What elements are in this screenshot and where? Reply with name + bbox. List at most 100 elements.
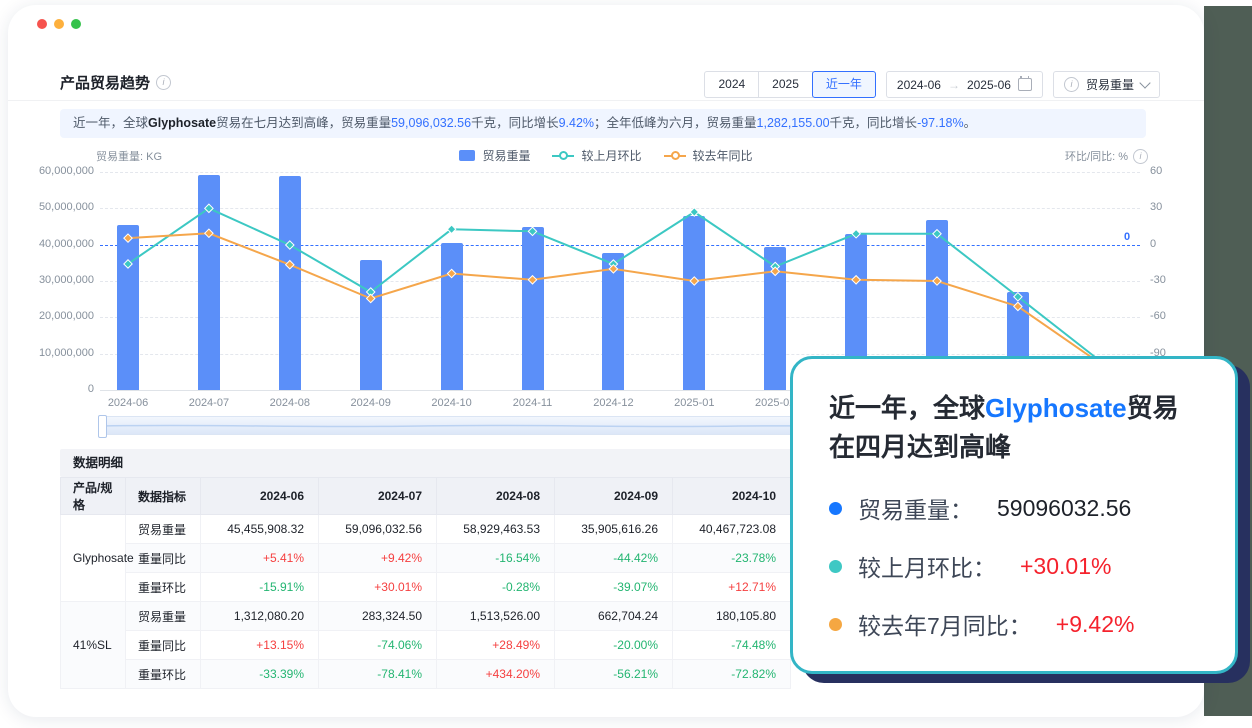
summary-segment: 。 xyxy=(964,116,977,130)
table-row: 41%SL贸易重量1,312,080.20283,324.501,513,526… xyxy=(61,602,791,631)
chart-bar[interactable] xyxy=(198,175,220,390)
value-cell: 1,312,080.20 xyxy=(201,602,319,631)
value-cell: 180,105.80 xyxy=(673,602,791,631)
value-cell: 1,513,526.00 xyxy=(437,602,555,631)
summary-segment: ；全年低峰为六月，贸易重量 xyxy=(594,116,757,130)
summary-segment: 9.42% xyxy=(559,116,594,130)
tooltip-dot-icon xyxy=(829,502,842,515)
table-column-header: 2024-08 xyxy=(437,478,555,515)
gridline xyxy=(100,172,1140,173)
legend-item[interactable]: 较上月环比 xyxy=(552,147,641,164)
y-axis-tick-label: 10,000,000 xyxy=(8,347,94,359)
legend-item[interactable]: 较去年同比 xyxy=(664,147,753,164)
date-end: 2025-06 xyxy=(967,78,1011,92)
value-cell: -74.48% xyxy=(673,631,791,660)
table-row: 重量环比-33.39%-78.41%+434.20%-56.21%-72.82% xyxy=(61,660,791,689)
tooltip-row: 贸易重量： 59096032.56 xyxy=(829,491,1199,525)
legend-line-swatch-icon xyxy=(664,155,686,157)
value-cell: 58,929,463.53 xyxy=(437,515,555,544)
value-cell: -16.54% xyxy=(437,544,555,573)
summary-banner: 近一年，全球Glyphosate贸易在七月达到高峰，贸易重量59,096,032… xyxy=(60,109,1146,138)
recent-year-button[interactable]: 近一年 xyxy=(812,71,876,98)
table-column-header: 数据指标 xyxy=(126,478,201,515)
chart-bar[interactable] xyxy=(441,243,463,390)
value-cell: -56.21% xyxy=(555,660,673,689)
tooltip-row-value: 59096032.56 xyxy=(997,495,1131,522)
y-axis-tick-label: 0 xyxy=(8,383,94,395)
legend-item[interactable]: 贸易重量 xyxy=(459,147,530,164)
minimize-button[interactable] xyxy=(54,19,64,29)
value-cell: +12.71% xyxy=(673,573,791,602)
metric-cell: 贸易重量 xyxy=(126,515,201,544)
chart-bar[interactable] xyxy=(522,227,544,390)
x-axis-tick-label: 2024-08 xyxy=(258,397,322,409)
right-axis-title: 环比/同比: % i xyxy=(1065,148,1148,164)
x-axis-tick-label: 2024-12 xyxy=(581,397,645,409)
value-cell: 662,704.24 xyxy=(555,602,673,631)
tooltip-title-prefix: 近一年，全球 xyxy=(829,393,985,423)
chart-bar[interactable] xyxy=(117,225,139,390)
zero-axis-pointer-label: 0 xyxy=(1124,231,1130,243)
table-head: 产品/规格数据指标2024-062024-072024-082024-09202… xyxy=(61,478,791,515)
summary-segment: Glyphosate xyxy=(148,116,216,130)
table-column-header: 2024-06 xyxy=(201,478,319,515)
tooltip-title: 近一年，全球Glyphosate贸易在四月达到高峰 xyxy=(829,389,1199,467)
table-column-header: 产品/规格 xyxy=(61,478,126,515)
legend-label: 贸易重量 xyxy=(482,147,530,164)
metric-cell: 重量同比 xyxy=(126,544,201,573)
insight-tooltip: 近一年，全球Glyphosate贸易在四月达到高峰 贸易重量： 59096032.… xyxy=(790,356,1238,674)
y-axis-tick-label: 30,000,000 xyxy=(8,274,94,286)
value-cell: 283,324.50 xyxy=(319,602,437,631)
tooltip-dot-icon xyxy=(829,618,842,631)
close-button[interactable] xyxy=(37,19,47,29)
tooltip-row-value: +30.01% xyxy=(1020,553,1111,580)
chart-toolbar: 2024 2025 近一年 2024-06 → 2025-06 i 贸易重量 xyxy=(704,71,1160,98)
line-marker-icon[interactable] xyxy=(447,225,455,233)
value-cell: +13.15% xyxy=(201,631,319,660)
metric-cell: 重量环比 xyxy=(126,660,201,689)
chevron-down-icon xyxy=(1139,77,1150,88)
date-start: 2024-06 xyxy=(897,78,941,92)
zoom-button[interactable] xyxy=(71,19,81,29)
value-cell: 59,096,032.56 xyxy=(319,515,437,544)
chart-bar[interactable] xyxy=(602,253,624,390)
right-axis-info-icon[interactable]: i xyxy=(1133,149,1148,164)
table-row: 重量环比-15.91%+30.01%-0.28%-39.07%+12.71% xyxy=(61,573,791,602)
summary-segment: 1,282,155.00 xyxy=(757,116,830,130)
x-axis-tick-label: 2024-07 xyxy=(177,397,241,409)
page-title-text: 产品贸易趋势 xyxy=(60,72,150,93)
gridline xyxy=(100,208,1140,209)
legend-circle-icon xyxy=(671,151,680,160)
datazoom-left-handle[interactable] xyxy=(98,415,107,438)
value-cell: -44.42% xyxy=(555,544,673,573)
value-cell: -33.39% xyxy=(201,660,319,689)
metric-selector-label: 贸易重量 xyxy=(1086,76,1134,93)
y-axis-tick-label: 60,000,000 xyxy=(8,165,94,177)
tooltip-row-label: 较上月环比： xyxy=(858,549,996,583)
date-range-picker[interactable]: 2024-06 → 2025-06 xyxy=(886,71,1043,98)
summary-segment: -97.18% xyxy=(917,116,964,130)
value-cell: +28.49% xyxy=(437,631,555,660)
table-body: Glyphosate贸易重量45,455,908.3259,096,032.56… xyxy=(61,515,791,689)
value-cell: 35,905,616.26 xyxy=(555,515,673,544)
chart-bar[interactable] xyxy=(360,260,382,390)
metric-cell: 贸易重量 xyxy=(126,602,201,631)
product-cell: 41%SL xyxy=(61,602,126,689)
chart-bar[interactable] xyxy=(764,247,786,390)
year-2025-button[interactable]: 2025 xyxy=(758,71,813,98)
metric-selector-dropdown[interactable]: i 贸易重量 xyxy=(1053,71,1160,98)
period-segment-group: 2024 2025 近一年 xyxy=(704,71,875,98)
tooltip-dot-icon xyxy=(829,560,842,573)
y-axis-tick-label: 20,000,000 xyxy=(8,310,94,322)
year-2024-button[interactable]: 2024 xyxy=(704,71,759,98)
value-cell: 40,467,723.08 xyxy=(673,515,791,544)
secondary-y-axis-tick-label: -60 xyxy=(1150,310,1166,322)
title-info-icon[interactable]: i xyxy=(156,75,171,90)
chart-bar[interactable] xyxy=(683,216,705,390)
chart-bar[interactable] xyxy=(279,176,301,390)
summary-segment: 近一年，全球 xyxy=(73,116,148,130)
tooltip-row-label: 贸易重量： xyxy=(858,491,973,525)
tooltip-title-highlight: Glyphosate xyxy=(985,393,1127,423)
chart-legend: 贸易重量 较上月环比 较去年同比 xyxy=(8,147,1204,164)
page: 产品贸易趋势 i 2024 2025 近一年 2024-06 → 2025-06… xyxy=(0,0,1252,728)
